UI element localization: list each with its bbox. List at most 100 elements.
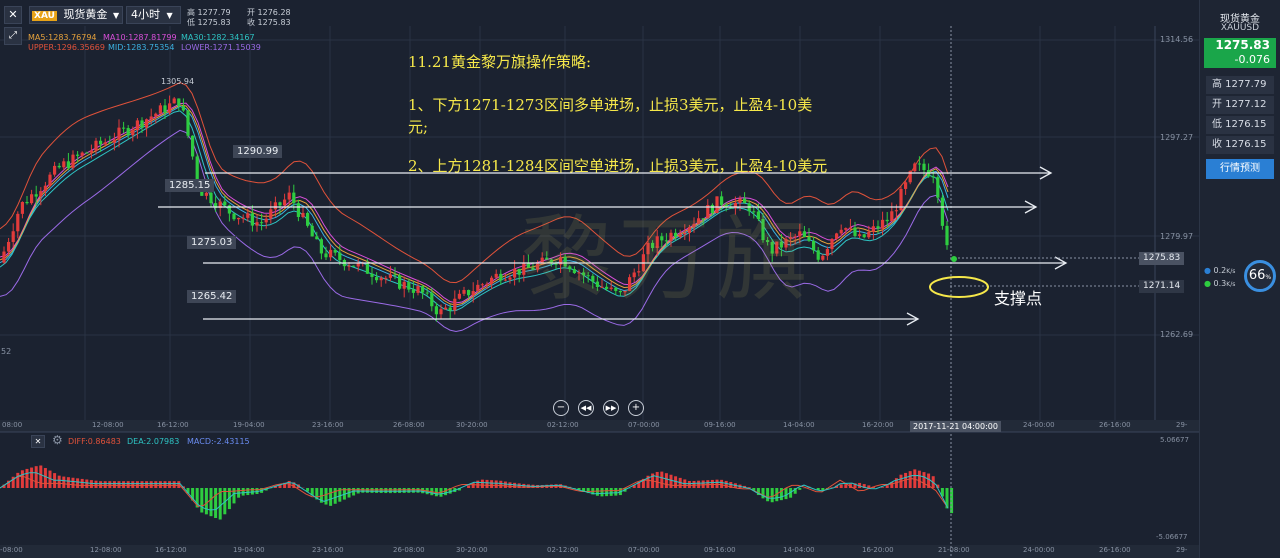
macd-bar <box>655 471 659 488</box>
candle <box>163 105 167 113</box>
macd-bar <box>720 479 724 488</box>
macd-bar <box>490 480 494 488</box>
macd-bar <box>692 480 696 488</box>
macd-bar <box>89 480 93 488</box>
candle <box>347 265 351 267</box>
macd-bar <box>922 472 926 488</box>
ohlc-low: 低 1275.83 <box>187 18 231 27</box>
macd-close-button[interactable]: ✕ <box>31 435 45 448</box>
candle <box>25 201 29 204</box>
fullscreen-button[interactable]: ⤢ <box>4 27 22 45</box>
y-tick: 1297.27 <box>1160 133 1194 142</box>
macd-bar <box>39 465 43 488</box>
candle <box>476 284 480 292</box>
candle <box>844 228 848 230</box>
candle <box>237 217 241 220</box>
macd-bar <box>476 480 480 488</box>
period-selector[interactable]: 4小时 ▼ <box>126 6 181 24</box>
memory-gauge[interactable]: 66% <box>1244 260 1276 292</box>
x-tick: 12-08:00 <box>90 546 122 554</box>
candle <box>287 192 291 200</box>
rewind-icon[interactable]: ◀◀ <box>578 400 594 416</box>
macd-bar <box>499 480 503 488</box>
macd-bar <box>172 481 176 488</box>
macd-bar <box>770 488 774 503</box>
expand-icon: ⤢ <box>9 30 17 41</box>
x-tick: 02-12:00 <box>547 421 579 429</box>
level-label-1285: 1285.15 <box>165 179 215 192</box>
candle <box>283 199 287 206</box>
support-label: 支撑点 <box>994 289 1043 308</box>
x-tick: 19-04:00 <box>233 421 265 429</box>
support-price-tag: 1271.14 <box>1139 280 1185 293</box>
candle <box>112 139 116 143</box>
macd-bar <box>177 481 181 488</box>
macd-bar <box>881 487 885 488</box>
macd-bar <box>384 488 388 494</box>
candle <box>158 105 162 114</box>
forward-icon[interactable]: ▶▶ <box>603 400 619 416</box>
candle <box>223 201 227 206</box>
candle <box>448 307 452 311</box>
quote-price-badge: 1275.83 -0.076 <box>1204 38 1276 68</box>
candle <box>421 286 425 293</box>
macd-bar <box>200 488 204 513</box>
candle <box>177 98 181 106</box>
candle <box>471 291 475 296</box>
macd-bar <box>246 488 250 496</box>
candle <box>858 234 862 236</box>
macd-bar <box>503 481 507 488</box>
candle <box>301 212 305 218</box>
macd-bar <box>669 474 673 488</box>
candle <box>830 238 834 250</box>
macd-bar <box>131 481 135 488</box>
candle <box>2 251 6 263</box>
macd-bar <box>34 466 38 488</box>
macd-bar <box>333 488 337 504</box>
candle <box>821 255 825 260</box>
candle <box>407 281 411 290</box>
candle <box>306 212 310 226</box>
quote-high: 高 1277.79 <box>1206 76 1274 94</box>
macd-bar <box>508 482 512 488</box>
zoom-out-icon[interactable]: − <box>553 400 569 416</box>
candle <box>20 201 24 214</box>
forecast-button[interactable]: 行情预测 <box>1206 159 1274 179</box>
macd-bar <box>485 479 489 488</box>
close-chart-button[interactable]: ✕ <box>4 6 22 24</box>
macd-bar <box>66 477 70 488</box>
legend-ma5: MA5:1283.76794 <box>28 33 97 42</box>
macd-bar <box>94 480 98 488</box>
candle <box>195 156 199 181</box>
macd-dea: DEA:2.07983 <box>127 437 180 446</box>
macd-bar <box>388 488 392 494</box>
zoom-in-icon[interactable]: + <box>628 400 644 416</box>
macd-bar <box>664 473 668 488</box>
candle <box>876 226 880 229</box>
candle <box>85 152 89 154</box>
candle <box>232 213 236 220</box>
candle <box>490 277 494 284</box>
macd-bar <box>99 481 103 488</box>
macd-bar <box>163 481 167 488</box>
candle <box>30 194 34 204</box>
candle <box>352 265 356 267</box>
chart-area[interactable]: 黎万旗 ✕ ⤢ XAU 现货黄金 ▼ 4小时 ▼ 高 1277.79 低 127… <box>0 0 1199 558</box>
macd-dea-line <box>0 472 949 511</box>
candle <box>848 227 852 229</box>
macd-bar <box>416 488 420 493</box>
candle <box>370 273 374 277</box>
candle <box>853 227 857 236</box>
symbol-selector[interactable]: XAU 现货黄金 ▼ <box>29 6 123 24</box>
macd-bar <box>407 488 411 493</box>
macd-bar <box>595 488 599 496</box>
macd-bar <box>103 481 107 488</box>
candle <box>53 165 57 175</box>
macd-bar <box>614 488 618 496</box>
candle <box>457 293 461 299</box>
candle <box>416 286 420 293</box>
candle <box>904 182 908 189</box>
symbol-badge: XAU <box>32 11 57 21</box>
macd-bar <box>158 481 162 488</box>
gear-icon[interactable]: ⚙ <box>52 433 63 447</box>
